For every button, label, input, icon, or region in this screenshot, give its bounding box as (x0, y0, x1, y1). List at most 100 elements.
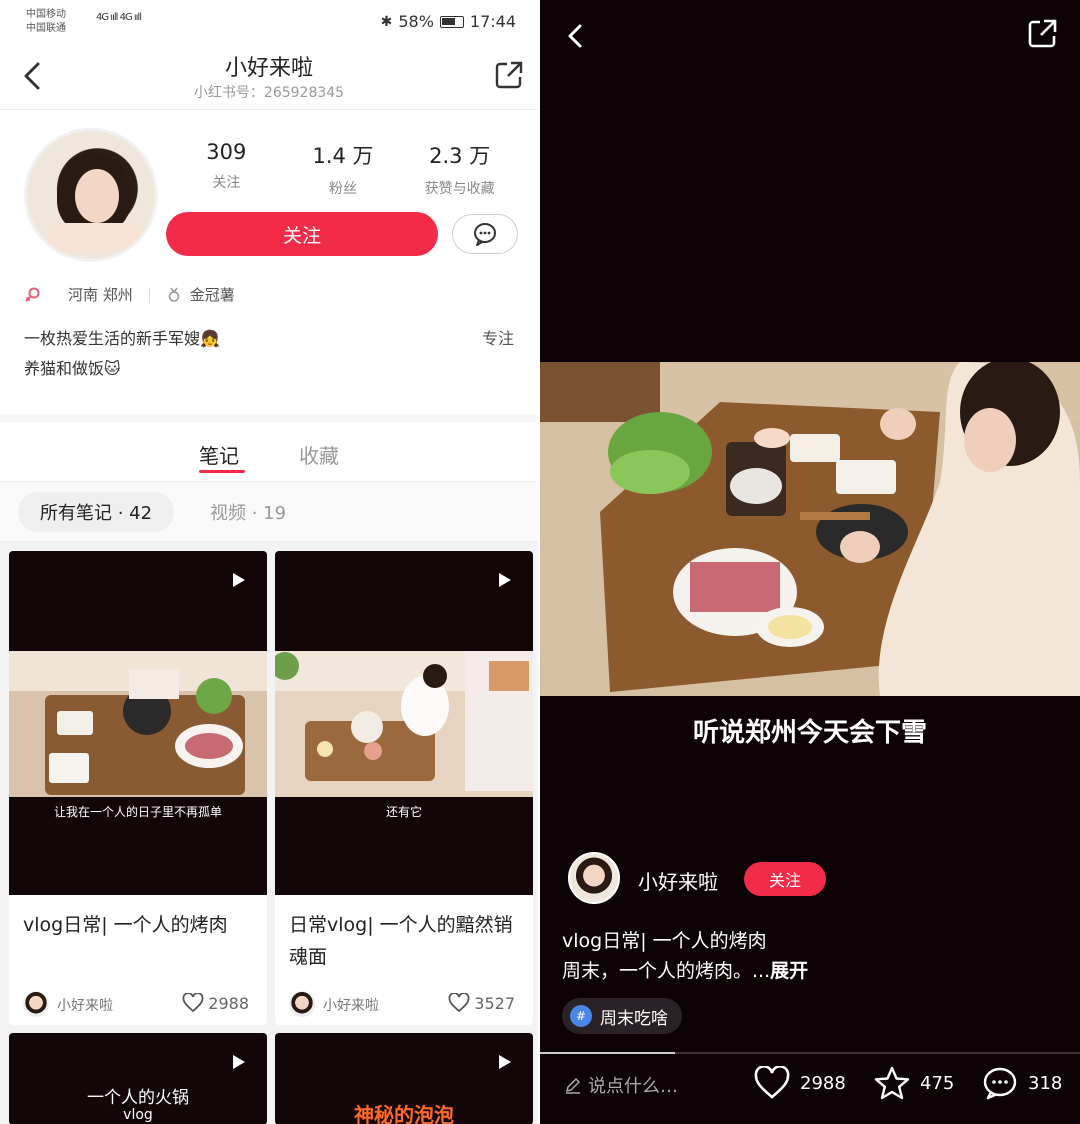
note-thumbnail[interactable]: 还有它 (275, 551, 533, 895)
profile-tags: 河南 郑州 金冠薯 (24, 284, 235, 305)
notes-grid: 让我在一个人的日子里不再孤单 vlog日常| 一个人的烤肉 小好来啦 2988 (0, 542, 538, 1124)
video-title: vlog日常| 一个人的烤肉 (562, 930, 767, 952)
tab-notes[interactable]: 笔记 (199, 422, 245, 481)
collect-button[interactable]: 475 (874, 1066, 954, 1100)
like-button[interactable]: 3527 (448, 993, 515, 1013)
author-name[interactable]: 小好来啦 (57, 995, 113, 1015)
medal-icon (168, 287, 180, 302)
note-thumbnail[interactable]: 一个人的火锅 vlog (9, 1033, 267, 1124)
stat-following[interactable]: 309 关注 (168, 140, 285, 200)
bio-line: 养猫和做饭🐱 (24, 359, 121, 378)
note-card[interactable]: 让我在一个人的日子里不再孤单 vlog日常| 一个人的烤肉 小好来啦 2988 (9, 551, 267, 1025)
follow-button[interactable]: 关注 (166, 212, 438, 256)
video-subtitle: 还有它 (385, 805, 422, 819)
bio-expand[interactable]: 专注 (482, 324, 514, 354)
like-button[interactable]: 2988 (754, 1066, 846, 1100)
battery-percent: 58% (398, 12, 434, 31)
video-action-bar: 说点什么… 2988 475 318 (540, 1054, 1080, 1124)
note-title: 日常vlog| 一个人的黯然销魂面 (289, 914, 513, 968)
author-avatar[interactable] (23, 991, 49, 1017)
share-icon[interactable] (494, 60, 524, 90)
divider (148, 287, 150, 302)
note-card[interactable]: 神秘的泡泡 (275, 1033, 533, 1124)
back-icon[interactable] (562, 18, 588, 54)
expand-link[interactable]: 展开 (770, 960, 808, 982)
hashtag-icon: # (570, 1005, 592, 1027)
play-icon (499, 573, 511, 587)
note-title: vlog日常| 一个人的烤肉 (23, 914, 228, 936)
location-text: 河南 郑州 (68, 286, 133, 304)
author-name[interactable]: 小好来啦 (323, 995, 379, 1015)
heart-icon (754, 1066, 790, 1099)
avatar[interactable] (24, 128, 158, 262)
author-avatar[interactable] (568, 852, 620, 904)
notes-filter-bar: 所有笔记 · 42 视频 · 19 (0, 482, 538, 542)
message-button[interactable] (452, 214, 518, 254)
video-screen: 听说郑州今天会下雪 小好来啦 关注 vlog日常| 一个人的烤肉 周末，一个人的… (540, 0, 1080, 1124)
heart-icon (448, 993, 470, 1013)
status-right: ✱ 58% 17:44 (381, 12, 516, 31)
profile-navbar: 小好来啦 小红书号：265928345 (0, 44, 538, 110)
stat-followers[interactable]: 1.4 万 粉丝 (285, 140, 402, 200)
bbq-scene-image (9, 651, 267, 797)
thumbnail-text: 一个人的火锅 (9, 1083, 267, 1108)
status-bar: 中国移动 中国联通 4G ııll 4G ııll ✱ 58% 17:44 (0, 0, 538, 44)
page-title: 小好来啦 (224, 56, 313, 81)
stat-label: 粉丝 (329, 181, 357, 197)
star-icon (874, 1066, 910, 1100)
play-icon (233, 1055, 245, 1069)
thumbnail-title: 一个人的火锅 (87, 1088, 189, 1108)
heart-icon (182, 993, 204, 1013)
carrier-text: 中国移动 中国联通 (26, 8, 66, 36)
level-badge[interactable]: 金冠薯 (190, 284, 235, 305)
follow-button[interactable]: 关注 (744, 862, 826, 896)
stat-value: 1.4 万 (312, 144, 374, 168)
noodle-scene-image (275, 651, 533, 797)
stat-value: 309 (206, 140, 247, 164)
like-button[interactable]: 2988 (182, 993, 249, 1013)
carrier-2: 中国联通 (26, 23, 66, 34)
note-meta: 小好来啦 2988 (9, 985, 267, 1025)
author-avatar[interactable] (289, 991, 315, 1017)
video-subtitle: 让我在一个人的日子里不再孤单 (53, 805, 222, 819)
play-icon (499, 1055, 511, 1069)
clock: 17:44 (469, 12, 516, 31)
bio-line: 一枚热爱生活的新手军嫂👧 (24, 329, 220, 348)
note-card[interactable]: 一个人的火锅 vlog (9, 1033, 267, 1124)
video-description: 周末，一个人的烤肉。...展开 (562, 956, 808, 986)
note-card[interactable]: 还有它 日常vlog| 一个人的黯然销魂面 小好来啦 3527 (275, 551, 533, 1025)
chat-icon (474, 223, 496, 246)
like-count: 2988 (800, 1072, 846, 1094)
filter-all-notes[interactable]: 所有笔记 · 42 (18, 492, 175, 532)
pencil-icon (565, 1077, 581, 1094)
topic-tag-label: 周末吃啥 (600, 1008, 668, 1029)
note-thumbnail[interactable]: 神秘的泡泡 (275, 1033, 533, 1124)
comment-count: 318 (1028, 1072, 1063, 1094)
author-name[interactable]: 小好来啦 (638, 866, 718, 895)
video-frame[interactable] (540, 362, 1080, 696)
female-icon (25, 287, 40, 302)
profile-screen: 中国移动 中国联通 4G ııll 4G ııll ✱ 58% 17:44 小好… (0, 0, 538, 1124)
stat-likes-collects[interactable]: 2.3 万 获赞与收藏 (401, 140, 518, 200)
profile-stats: 309 关注 1.4 万 粉丝 2.3 万 获赞与收藏 (168, 140, 518, 200)
like-count: 2988 (208, 993, 249, 1013)
note-thumbnail[interactable]: 让我在一个人的日子里不再孤单 (9, 551, 267, 895)
comment-icon (983, 1067, 1017, 1100)
play-icon (233, 573, 245, 587)
user-id: 小红书号：265928345 (193, 85, 345, 101)
collect-count: 475 (920, 1072, 955, 1094)
filter-videos[interactable]: 视频 · 19 (210, 492, 286, 532)
stat-label: 关注 (212, 175, 241, 191)
screen: 中国移动 中国联通 4G ııll 4G ııll ✱ 58% 17:44 小好… (0, 0, 1080, 1124)
comment-button[interactable]: 318 (982, 1066, 1062, 1100)
like-count: 3527 (474, 993, 515, 1013)
stat-label: 获赞与收藏 (424, 181, 495, 197)
comment-input[interactable]: 说点什么… (564, 1072, 678, 1098)
carrier-1: 中国移动 (26, 9, 66, 20)
thumbnail-title: 神秘的泡泡 (354, 1103, 454, 1124)
share-icon[interactable] (1026, 18, 1058, 50)
tab-collections[interactable]: 收藏 (299, 422, 339, 481)
profile-tabs: 笔记 收藏 (0, 414, 538, 482)
signal-icon: 4G ııll 4G ııll (96, 12, 142, 23)
topic-tag[interactable]: # 周末吃啥 (562, 998, 682, 1034)
